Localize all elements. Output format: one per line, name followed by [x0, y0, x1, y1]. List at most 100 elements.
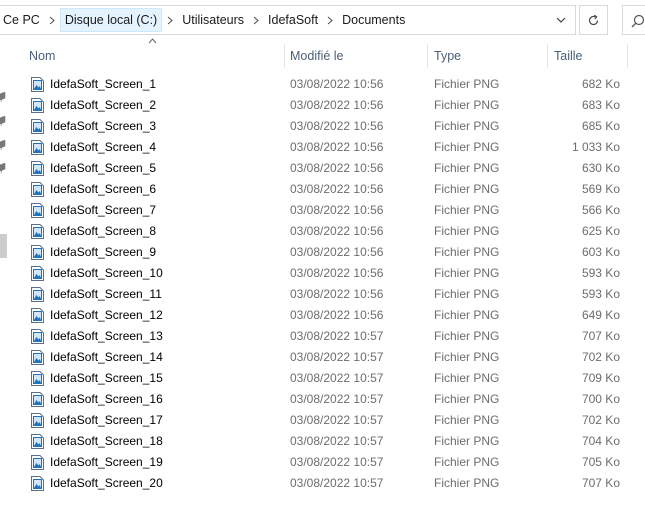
pin-icon[interactable]	[0, 115, 6, 127]
file-size: 603 Ko	[581, 245, 620, 259]
column-divider[interactable]	[627, 44, 628, 68]
file-row[interactable]: IdefaSoft_Screen_15 03/08/2022 10:57 Fichi…	[22, 368, 628, 389]
chevron-right-icon[interactable]	[162, 8, 178, 32]
column-divider[interactable]	[547, 44, 548, 68]
file-row[interactable]: IdefaSoft_Screen_7 03/08/2022 10:56 Fichie…	[22, 200, 628, 221]
file-modified-date: 03/08/2022 10:56	[290, 77, 384, 91]
file-modified-date: 03/08/2022 10:57	[290, 350, 384, 364]
file-name[interactable]: IdefaSoft_Screen_20	[50, 473, 163, 494]
file-name[interactable]: IdefaSoft_Screen_15	[50, 368, 163, 389]
file-name[interactable]: IdefaSoft_Screen_7	[50, 200, 156, 221]
png-file-icon	[31, 476, 44, 491]
address-bar[interactable]: Ce PC Disque local (C:) Utilisateurs Ide…	[0, 5, 576, 35]
column-size[interactable]: Taille	[554, 44, 583, 68]
file-name[interactable]: IdefaSoft_Screen_9	[50, 242, 156, 263]
breadcrumb-this-pc[interactable]: Ce PC	[0, 8, 44, 32]
chevron-right-icon[interactable]	[322, 8, 338, 32]
file-row[interactable]: IdefaSoft_Screen_5 03/08/2022 10:56 Fichie…	[22, 158, 628, 179]
breadcrumb-users[interactable]: Utilisateurs	[178, 8, 248, 32]
file-name[interactable]: IdefaSoft_Screen_19	[50, 452, 163, 473]
file-size: 702 Ko	[581, 350, 620, 364]
refresh-button[interactable]	[579, 5, 608, 35]
file-row[interactable]: IdefaSoft_Screen_19 03/08/2022 10:57 Fichi…	[22, 452, 628, 473]
column-modified[interactable]: Modifié le	[290, 44, 344, 68]
file-type: Fichier PNG	[434, 329, 500, 343]
file-type: Fichier PNG	[434, 119, 500, 133]
file-row[interactable]: IdefaSoft_Screen_2 03/08/2022 10:56 Fichie…	[22, 95, 628, 116]
png-file-icon	[31, 161, 44, 176]
file-modified-date: 03/08/2022 10:56	[290, 287, 384, 301]
file-name[interactable]: IdefaSoft_Screen_6	[50, 179, 156, 200]
pin-icon[interactable]	[0, 162, 6, 174]
png-file-icon	[31, 308, 44, 323]
file-name[interactable]: IdefaSoft_Screen_2	[50, 95, 156, 116]
file-name[interactable]: IdefaSoft_Screen_4	[50, 137, 156, 158]
file-row[interactable]: IdefaSoft_Screen_3 03/08/2022 10:56 Fichie…	[22, 116, 628, 137]
file-name[interactable]: IdefaSoft_Screen_12	[50, 305, 163, 326]
file-modified-date: 03/08/2022 10:56	[290, 203, 384, 217]
png-file-icon	[31, 350, 44, 365]
chevron-down-icon[interactable]	[548, 6, 574, 34]
file-size: 700 Ko	[581, 392, 620, 406]
file-name[interactable]: IdefaSoft_Screen_10	[50, 263, 163, 284]
search-input[interactable]	[622, 5, 645, 35]
file-row[interactable]: IdefaSoft_Screen_17 03/08/2022 10:57 Fichi…	[22, 410, 628, 431]
file-name[interactable]: IdefaSoft_Screen_17	[50, 410, 163, 431]
column-type[interactable]: Type	[434, 44, 461, 68]
file-row[interactable]: IdefaSoft_Screen_10 03/08/2022 10:56 Fichi…	[22, 263, 628, 284]
file-size: 702 Ko	[581, 413, 620, 427]
file-size: 649 Ko	[581, 308, 620, 322]
file-row[interactable]: IdefaSoft_Screen_6 03/08/2022 10:56 Fichie…	[22, 179, 628, 200]
file-type: Fichier PNG	[434, 392, 500, 406]
file-size: 593 Ko	[581, 287, 620, 301]
png-file-icon	[31, 182, 44, 197]
file-name[interactable]: IdefaSoft_Screen_18	[50, 431, 163, 452]
file-modified-date: 03/08/2022 10:57	[290, 371, 384, 385]
file-type: Fichier PNG	[434, 203, 500, 217]
file-row[interactable]: IdefaSoft_Screen_11 03/08/2022 10:56 Fichi…	[22, 284, 628, 305]
column-divider[interactable]	[427, 44, 428, 68]
png-file-icon	[31, 119, 44, 134]
file-name[interactable]: IdefaSoft_Screen_8	[50, 221, 156, 242]
file-modified-date: 03/08/2022 10:57	[290, 476, 384, 490]
png-file-icon	[31, 245, 44, 260]
navigation-pane	[0, 40, 9, 526]
pin-icon[interactable]	[0, 139, 6, 151]
file-row[interactable]: IdefaSoft_Screen_4 03/08/2022 10:56 Fichie…	[22, 137, 628, 158]
file-modified-date: 03/08/2022 10:57	[290, 329, 384, 343]
file-name[interactable]: IdefaSoft_Screen_13	[50, 326, 163, 347]
file-row[interactable]: IdefaSoft_Screen_20 03/08/2022 10:57 Fichi…	[22, 473, 628, 494]
file-row[interactable]: IdefaSoft_Screen_9 03/08/2022 10:56 Fichie…	[22, 242, 628, 263]
column-name[interactable]: Nom	[29, 44, 55, 68]
file-row[interactable]: IdefaSoft_Screen_12 03/08/2022 10:56 Fichi…	[22, 305, 628, 326]
file-row[interactable]: IdefaSoft_Screen_16 03/08/2022 10:57 Fichi…	[22, 389, 628, 410]
file-name[interactable]: IdefaSoft_Screen_16	[50, 389, 163, 410]
chevron-right-icon[interactable]	[248, 8, 264, 32]
file-type: Fichier PNG	[434, 245, 500, 259]
file-name[interactable]: IdefaSoft_Screen_3	[50, 116, 156, 137]
chevron-right-icon[interactable]	[44, 8, 60, 32]
png-file-icon	[31, 140, 44, 155]
file-size: 707 Ko	[581, 476, 620, 490]
file-size: 625 Ko	[581, 224, 620, 238]
file-modified-date: 03/08/2022 10:56	[290, 140, 384, 154]
column-divider[interactable]	[284, 44, 285, 68]
file-name[interactable]: IdefaSoft_Screen_11	[50, 284, 162, 305]
file-name[interactable]: IdefaSoft_Screen_14	[50, 347, 163, 368]
nav-selected-item[interactable]	[0, 234, 7, 258]
file-row[interactable]: IdefaSoft_Screen_14 03/08/2022 10:57 Fichi…	[22, 347, 628, 368]
file-name[interactable]: IdefaSoft_Screen_5	[50, 158, 156, 179]
file-row[interactable]: IdefaSoft_Screen_1 03/08/2022 10:56 Fichie…	[22, 74, 628, 95]
file-type: Fichier PNG	[434, 224, 500, 238]
file-name[interactable]: IdefaSoft_Screen_1	[50, 74, 156, 95]
file-modified-date: 03/08/2022 10:57	[290, 413, 384, 427]
breadcrumb-idefasoft[interactable]: IdefaSoft	[264, 8, 322, 32]
breadcrumb-documents[interactable]: Documents	[338, 8, 409, 32]
file-row[interactable]: IdefaSoft_Screen_18 03/08/2022 10:57 Fichi…	[22, 431, 628, 452]
breadcrumb-local-disk[interactable]: Disque local (C:)	[59, 8, 163, 32]
png-file-icon	[31, 392, 44, 407]
file-row[interactable]: IdefaSoft_Screen_13 03/08/2022 10:57 Fichi…	[22, 326, 628, 347]
file-row[interactable]: IdefaSoft_Screen_8 03/08/2022 10:56 Fichie…	[22, 221, 628, 242]
png-file-icon	[31, 98, 44, 113]
pin-icon[interactable]	[0, 91, 6, 103]
